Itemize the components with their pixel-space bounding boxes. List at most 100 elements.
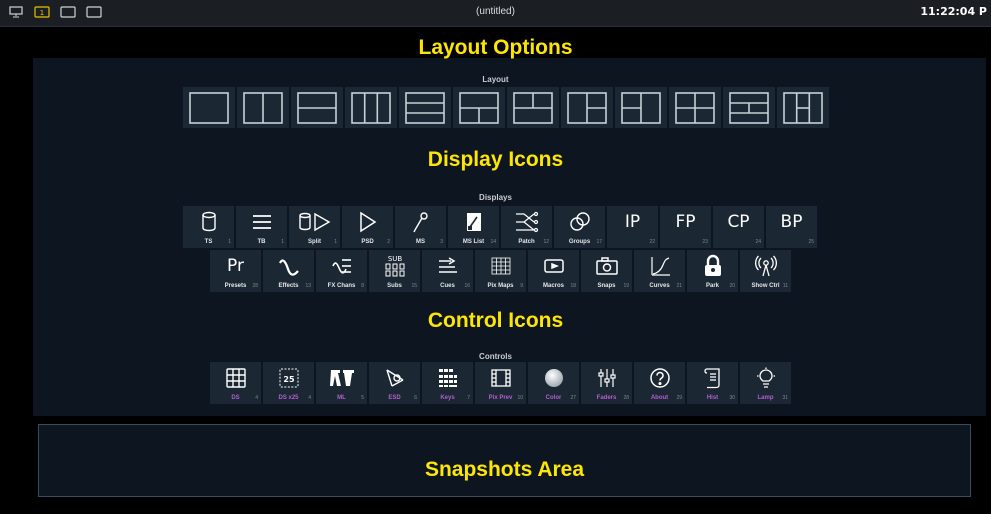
tile-number: 23 bbox=[702, 239, 708, 245]
control-tile-about[interactable]: About 29 bbox=[634, 362, 685, 404]
tile-label: TB bbox=[257, 239, 266, 245]
control-tile-lamp[interactable]: Lamp 31 bbox=[740, 362, 791, 404]
tile-number: 14 bbox=[490, 239, 496, 245]
display-tile-patch[interactable]: Patch 12 bbox=[501, 206, 552, 248]
top-bar: 1 (untitled) 11:22:04 P bbox=[0, 0, 991, 27]
control-tile-hist[interactable]: Hist 30 bbox=[687, 362, 738, 404]
patch-icon bbox=[501, 210, 552, 234]
display-tile-fp[interactable]: FP 23 bbox=[660, 206, 711, 248]
control-tile-faders[interactable]: Faders 28 bbox=[581, 362, 632, 404]
tile-label: TS bbox=[204, 239, 213, 245]
control-tile-pix-prev[interactable]: Pix Prev 10 bbox=[475, 362, 526, 404]
control-tile-ds-x25[interactable]: 25 DS x25 4 bbox=[263, 362, 314, 404]
macro-icon bbox=[528, 254, 579, 278]
display-tile-ts[interactable]: TS 1 bbox=[183, 206, 234, 248]
layout-section-label: Layout bbox=[482, 75, 509, 84]
control-tile-esd[interactable]: ESD 6 bbox=[369, 362, 420, 404]
layout-right-left-split-icon bbox=[621, 91, 661, 124]
tile-number: 1 bbox=[281, 239, 284, 245]
display-tile-ms-list[interactable]: MS List 14 bbox=[448, 206, 499, 248]
display-tile-park[interactable]: Park 20 bbox=[687, 250, 738, 292]
display-tile-macros[interactable]: Macros 18 bbox=[528, 250, 579, 292]
tile-number: 1 bbox=[334, 239, 337, 245]
display-tile-split[interactable]: Split 1 bbox=[289, 206, 340, 248]
tile-number: 8 bbox=[361, 283, 364, 289]
heading-display-icons: Display Icons bbox=[427, 148, 564, 171]
layout-option-three-row-middle-split[interactable] bbox=[723, 87, 775, 128]
display-tile-groups[interactable]: Groups 17 bbox=[554, 206, 605, 248]
control-tile-color[interactable]: Color 27 bbox=[528, 362, 579, 404]
tile-text-glyph: IP bbox=[607, 210, 658, 234]
display-tile-pix-maps[interactable]: Pix Maps 9 bbox=[475, 250, 526, 292]
layout-three-columns-icon bbox=[351, 91, 391, 124]
tile-label: FX Chans bbox=[327, 283, 356, 289]
tile-number: 16 bbox=[464, 283, 470, 289]
tile-label: ML bbox=[337, 395, 346, 401]
layout-option-four-quad[interactable] bbox=[669, 87, 721, 128]
display-tile-psd[interactable]: PSD 2 bbox=[342, 206, 393, 248]
layout-option-three-columns[interactable] bbox=[345, 87, 397, 128]
layout-option-three-rows[interactable] bbox=[399, 87, 451, 128]
layout-option-single[interactable] bbox=[183, 87, 235, 128]
lamp-icon bbox=[740, 366, 791, 390]
display-tile-ip[interactable]: IP 22 bbox=[607, 206, 658, 248]
display-tile-cp[interactable]: CP 24 bbox=[713, 206, 764, 248]
clock: 11:22:04 P bbox=[920, 5, 987, 18]
tile-label: ESD bbox=[388, 395, 401, 401]
control-tile-ds[interactable]: DS 4 bbox=[210, 362, 261, 404]
lines-icon bbox=[236, 210, 287, 234]
display-tile-show-ctrl[interactable]: Show Ctrl 11 bbox=[740, 250, 791, 292]
faders-icon bbox=[581, 366, 632, 390]
display-tile-ms[interactable]: MS 3 bbox=[395, 206, 446, 248]
tile-number: 24 bbox=[755, 239, 761, 245]
display-tile-curves[interactable]: Curves 21 bbox=[634, 250, 685, 292]
tile-text-glyph: CP bbox=[713, 210, 764, 234]
tile-label: PSD bbox=[361, 239, 374, 245]
display-tile-fx-chans[interactable]: FX Chans 8 bbox=[316, 250, 367, 292]
film-icon bbox=[475, 366, 526, 390]
tile-number: 9 bbox=[520, 283, 523, 289]
heading-control-icons: Control Icons bbox=[427, 309, 564, 332]
heading-snapshots-area: Snapshots Area bbox=[424, 458, 585, 481]
layout-options-row bbox=[183, 87, 829, 128]
grid-icon bbox=[475, 254, 526, 278]
tile-number: 29 bbox=[676, 395, 682, 401]
svg-text:25: 25 bbox=[283, 375, 295, 384]
lock-icon bbox=[687, 254, 738, 278]
pen-icon bbox=[395, 210, 446, 234]
layout-option-left-right-split[interactable] bbox=[561, 87, 613, 128]
display-tile-effects[interactable]: Effects 13 bbox=[263, 250, 314, 292]
tile-number: 20 bbox=[729, 283, 735, 289]
tile-glyph-text: Pr bbox=[227, 256, 244, 276]
displays-section-label: Displays bbox=[479, 193, 512, 202]
layout-option-three-col-middle-split[interactable] bbox=[777, 87, 829, 128]
display-tile-bp[interactable]: BP 25 bbox=[766, 206, 817, 248]
layout-option-right-left-split[interactable] bbox=[615, 87, 667, 128]
layout-option-two-rows[interactable] bbox=[291, 87, 343, 128]
tile-label: Keys bbox=[440, 395, 455, 401]
tile-number: 5 bbox=[361, 395, 364, 401]
layout-two-columns-icon bbox=[243, 91, 283, 124]
tile-number: 12 bbox=[543, 239, 549, 245]
display-tile-subs[interactable]: SUB Subs 15 bbox=[369, 250, 420, 292]
display-tile-snaps[interactable]: Snaps 19 bbox=[581, 250, 632, 292]
layout-option-top-bottom-split[interactable] bbox=[453, 87, 505, 128]
control-tile-keys[interactable]: Keys 7 bbox=[422, 362, 473, 404]
control-tile-ml[interactable]: ML 5 bbox=[316, 362, 367, 404]
tile-label: Split bbox=[308, 239, 321, 245]
layout-option-two-columns[interactable] bbox=[237, 87, 289, 128]
display-tile-cues[interactable]: Cues 16 bbox=[422, 250, 473, 292]
layout-top-split-bottom-icon bbox=[513, 91, 553, 124]
ball-icon bbox=[528, 366, 579, 390]
display-tile-presets[interactable]: Pr Presets 28 bbox=[210, 250, 261, 292]
layout-three-rows-icon bbox=[405, 91, 445, 124]
snapshots-area[interactable]: Snapshots Area bbox=[38, 424, 971, 497]
esd-icon bbox=[369, 366, 420, 390]
svg-text:SUB: SUB bbox=[387, 255, 402, 263]
help-icon bbox=[634, 366, 685, 390]
curve-icon bbox=[634, 254, 685, 278]
tile-number: 25 bbox=[808, 239, 814, 245]
layout-option-top-split-bottom[interactable] bbox=[507, 87, 559, 128]
controls-section-label: Controls bbox=[479, 352, 512, 361]
display-tile-tb[interactable]: TB 1 bbox=[236, 206, 287, 248]
